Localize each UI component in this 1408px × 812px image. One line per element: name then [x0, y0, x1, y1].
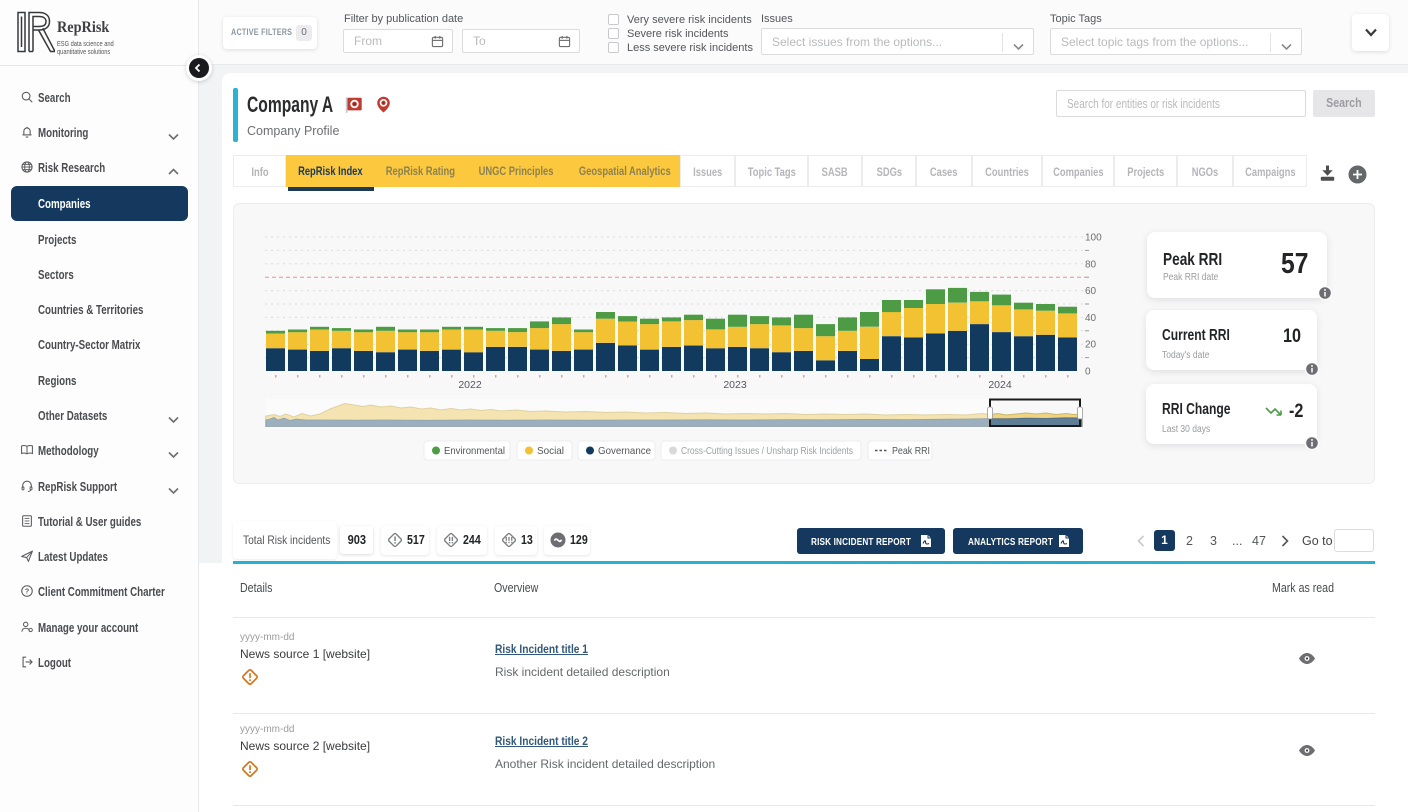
svg-text:Social: Social	[537, 445, 564, 457]
svg-text:2024: 2024	[988, 379, 1012, 391]
svg-text:20: 20	[1085, 340, 1097, 351]
svg-text:Environmental: Environmental	[444, 445, 505, 457]
svg-text:?: ?	[25, 587, 30, 596]
svg-text:100: 100	[1085, 233, 1102, 244]
svg-text:Governance: Governance	[598, 445, 651, 457]
svg-text:2023: 2023	[723, 379, 747, 391]
svg-text:2022: 2022	[458, 379, 482, 391]
svg-text:0: 0	[1085, 367, 1091, 378]
svg-text:Cross-Cutting Issues / Unsharp: Cross-Cutting Issues / Unsharp Risk Inci…	[681, 445, 853, 457]
svg-text:80: 80	[1085, 259, 1097, 270]
svg-text:40: 40	[1085, 313, 1097, 324]
svg-text:Peak RRI: Peak RRI	[892, 445, 930, 457]
svg-text:60: 60	[1085, 286, 1097, 297]
